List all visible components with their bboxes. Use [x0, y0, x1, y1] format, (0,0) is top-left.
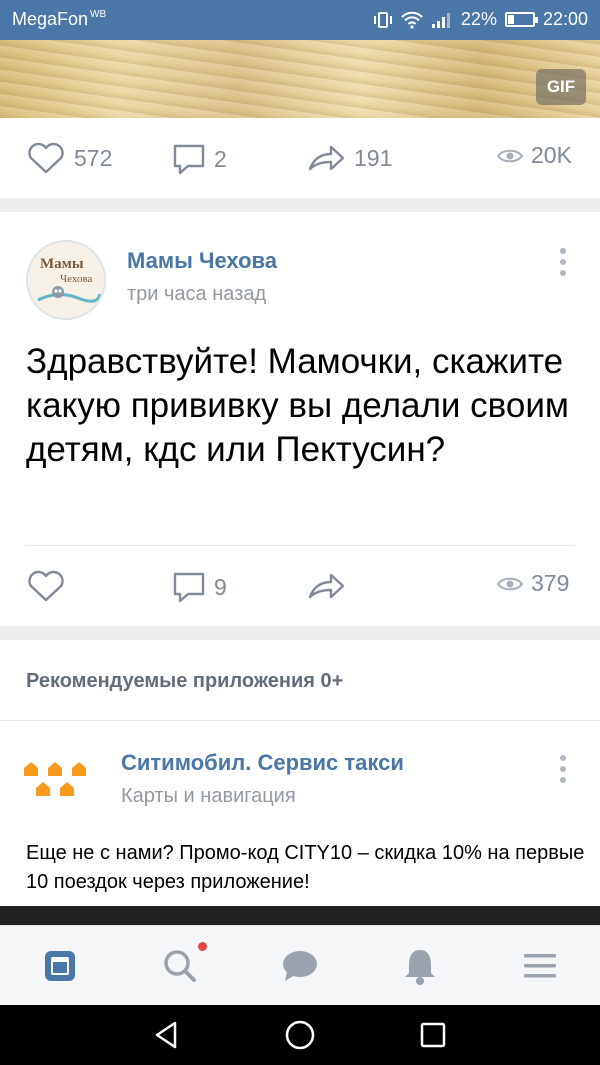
comment-button[interactable]: 2	[172, 142, 227, 176]
search-icon	[164, 950, 196, 982]
notifications-icon	[405, 950, 435, 985]
app-category: Карты и навигация	[121, 785, 296, 807]
back-button[interactable]	[151, 1019, 183, 1051]
views-count: 379	[531, 570, 570, 596]
post-time: три часа назад	[127, 283, 267, 305]
comment-count: 9	[214, 573, 227, 600]
menu-icon	[524, 954, 556, 978]
comment-count: 2	[214, 145, 227, 172]
carrier-suffix: WB	[90, 9, 107, 20]
tab-bar	[0, 925, 600, 1005]
eye-icon	[497, 577, 523, 590]
post-text: Здравствуйте! Мамочки, скажите какую при…	[26, 342, 569, 469]
share-icon	[308, 573, 345, 599]
share-button[interactable]	[306, 570, 346, 602]
carrier-name: MegaFon	[12, 9, 89, 29]
share-icon	[308, 145, 345, 171]
carrier-label: MegaFon WB	[12, 9, 106, 30]
post-author[interactable]: Мамы Чехова	[127, 248, 277, 274]
comment-icon	[173, 572, 205, 603]
share-count: 191	[354, 144, 393, 171]
battery-icon	[504, 12, 538, 27]
tab-news[interactable]	[38, 944, 82, 988]
vibrate-icon	[373, 11, 392, 28]
signal-icon	[431, 12, 450, 28]
views-indicator: 379	[497, 570, 569, 597]
system-nav-bar	[0, 1005, 600, 1065]
views-indicator: 20K	[497, 142, 572, 169]
comment-icon	[173, 144, 205, 175]
views-count: 20K	[531, 142, 572, 168]
post-more-button[interactable]	[558, 248, 568, 276]
battery-percent: 22%	[460, 9, 497, 29]
svg-text:Чехова: Чехова	[60, 273, 93, 285]
post-footer: 9 379	[0, 546, 600, 626]
community-logo: Мамы Чехова	[28, 242, 104, 318]
like-count: 572	[74, 144, 113, 171]
tab-menu[interactable]	[518, 944, 562, 988]
app-name[interactable]: Ситимобил. Сервис такси	[121, 750, 404, 776]
app-more-button[interactable]	[558, 755, 568, 783]
news-icon	[45, 951, 75, 981]
app-description: Еще не с нами? Промо-код CITY10 – скидка…	[26, 842, 585, 893]
citymobil-logo-icon	[24, 762, 86, 796]
tab-notifications[interactable]	[398, 944, 442, 988]
gif-badge: GIF	[536, 69, 586, 105]
messages-icon	[283, 951, 317, 981]
back-icon	[155, 1021, 177, 1049]
home-button[interactable]	[284, 1019, 316, 1051]
gif-image[interactable]: GIF	[0, 40, 600, 118]
app-logo[interactable]	[24, 762, 96, 807]
status-bar: MegaFon WB 22% 22:00	[0, 0, 600, 40]
gif-post-footer: 572 2 191 20K	[0, 118, 600, 198]
recents-button[interactable]	[417, 1019, 449, 1051]
wifi-icon	[401, 11, 423, 29]
clock: 22:00	[542, 9, 588, 29]
recents-icon	[420, 1022, 446, 1048]
svg-text:Мамы: Мамы	[40, 256, 84, 272]
comment-button[interactable]: 9	[172, 570, 227, 604]
tab-messages[interactable]	[278, 944, 322, 988]
heart-icon	[28, 570, 64, 602]
status-icons: 22% 22:00	[373, 9, 588, 30]
tab-search[interactable]	[158, 944, 202, 988]
section-divider	[0, 720, 600, 721]
avatar[interactable]: Мамы Чехова	[26, 240, 106, 320]
like-button[interactable]: 572	[26, 142, 112, 174]
like-button[interactable]	[26, 570, 66, 602]
section-title: Рекомендуемые приложения 0+	[26, 670, 344, 692]
home-icon	[285, 1020, 315, 1050]
eye-icon	[497, 149, 523, 162]
heart-icon	[28, 142, 64, 174]
share-button[interactable]: 191	[306, 142, 392, 174]
notification-dot	[198, 942, 207, 951]
